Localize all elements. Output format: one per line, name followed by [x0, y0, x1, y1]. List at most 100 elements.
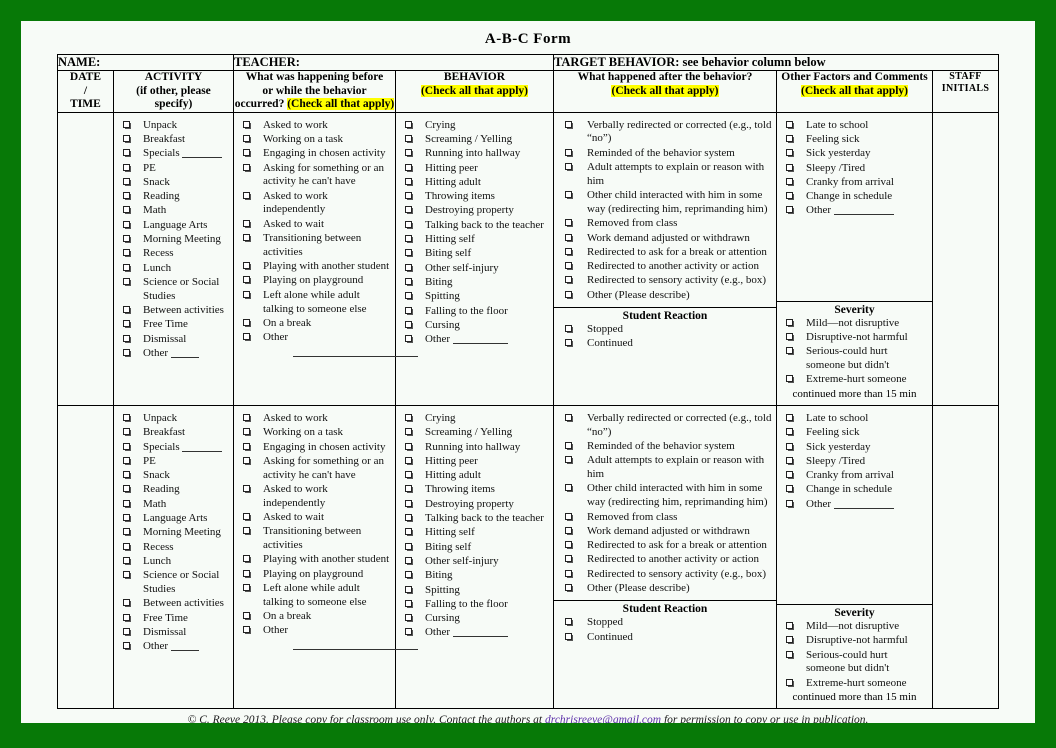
- list-item[interactable]: Recess: [117, 541, 230, 555]
- checkbox-icon[interactable]: [242, 513, 250, 521]
- checkbox-icon[interactable]: [242, 626, 250, 634]
- cell-staff-initials[interactable]: [931, 404, 1000, 710]
- list-item[interactable]: Reading: [117, 483, 230, 497]
- checkbox-icon[interactable]: [565, 120, 572, 128]
- list-item[interactable]: Reminded of the behavior system: [557, 440, 773, 454]
- checkbox-icon[interactable]: [122, 571, 130, 579]
- list-item[interactable]: Free Time: [117, 318, 230, 332]
- list-item[interactable]: On a break: [237, 317, 392, 331]
- list-item[interactable]: Asked to wait: [237, 511, 392, 525]
- name-field[interactable]: NAME:: [56, 54, 234, 71]
- list-item[interactable]: Feeling sick: [780, 426, 929, 440]
- list-item[interactable]: Between activities: [117, 597, 230, 611]
- list-item[interactable]: Working on a task: [237, 426, 392, 440]
- list-item[interactable]: Hitting adult: [399, 176, 550, 190]
- checkbox-icon[interactable]: [242, 442, 250, 450]
- list-item[interactable]: Other self-injury: [399, 262, 550, 276]
- checkbox-icon[interactable]: [565, 276, 572, 284]
- checkbox-icon[interactable]: [786, 485, 793, 493]
- list-item[interactable]: Asked to work: [237, 412, 392, 426]
- list-item[interactable]: Redirected to sensory activity (e.g., bo…: [557, 568, 773, 582]
- list-item[interactable]: Unpack: [117, 119, 230, 133]
- checkbox-icon[interactable]: [404, 413, 412, 421]
- list-item[interactable]: Science or Social Studies: [117, 569, 230, 597]
- email-link[interactable]: drchrisreeve@gmail.com: [545, 714, 661, 723]
- list-item[interactable]: PE: [117, 162, 230, 176]
- checkbox-icon[interactable]: [565, 247, 572, 255]
- checkbox-icon[interactable]: [122, 149, 130, 157]
- checkbox-icon[interactable]: [122, 542, 130, 550]
- checkbox-icon[interactable]: [122, 442, 130, 450]
- checkbox-icon[interactable]: [404, 471, 412, 479]
- checkbox-icon[interactable]: [565, 512, 572, 520]
- checkbox-icon[interactable]: [565, 541, 572, 549]
- checkbox-icon[interactable]: [242, 134, 250, 142]
- checkbox-icon[interactable]: [122, 642, 130, 650]
- list-item[interactable]: Biting self: [399, 247, 550, 261]
- checkbox-icon[interactable]: [122, 334, 130, 342]
- list-item[interactable]: Destroying property: [399, 204, 550, 218]
- list-item[interactable]: Adult attempts to explain or reason with…: [557, 454, 773, 482]
- checkbox-icon[interactable]: [404, 149, 412, 157]
- checkbox-icon[interactable]: [122, 348, 130, 356]
- checkbox-icon[interactable]: [122, 499, 130, 507]
- list-item[interactable]: Other child interacted with him in some …: [557, 482, 773, 510]
- list-item[interactable]: Other self-injury: [399, 555, 550, 569]
- checkbox-icon[interactable]: [242, 413, 250, 421]
- list-item[interactable]: Dismissal: [117, 626, 230, 640]
- list-item[interactable]: Talking back to the teacher: [399, 512, 550, 526]
- checkbox-icon[interactable]: [786, 456, 793, 464]
- checkbox-icon[interactable]: [404, 585, 412, 593]
- checkbox-icon[interactable]: [404, 335, 412, 343]
- list-item[interactable]: Serious-could hurt someone but didn't: [780, 649, 929, 677]
- checkbox-icon[interactable]: [242, 262, 250, 270]
- list-item[interactable]: On a break: [237, 610, 392, 624]
- write-in-line[interactable]: [182, 149, 223, 159]
- list-item[interactable]: Adult attempts to explain or reason with…: [557, 161, 773, 189]
- list-item[interactable]: Work demand adjusted or withdrawn: [557, 232, 773, 246]
- list-item[interactable]: Continued: [557, 631, 773, 645]
- checkbox-icon[interactable]: [565, 413, 572, 421]
- checkbox-icon[interactable]: [242, 484, 250, 492]
- checkbox-icon[interactable]: [242, 120, 250, 128]
- list-item[interactable]: Continued: [557, 337, 773, 351]
- list-item[interactable]: Asked to wait: [237, 218, 392, 232]
- checkbox-icon[interactable]: [122, 471, 130, 479]
- cell-date-time[interactable]: [56, 111, 114, 406]
- checkbox-icon[interactable]: [786, 636, 793, 644]
- checkbox-icon[interactable]: [565, 163, 572, 171]
- list-item[interactable]: Other: [399, 333, 550, 347]
- checkbox-icon[interactable]: [122, 413, 130, 421]
- list-item[interactable]: Hitting peer: [399, 455, 550, 469]
- list-item[interactable]: Late to school: [780, 412, 929, 426]
- list-item[interactable]: Lunch: [117, 555, 230, 569]
- checkbox-icon[interactable]: [122, 627, 130, 635]
- list-item[interactable]: Cranky from arrival: [780, 176, 929, 190]
- checkbox-icon[interactable]: [122, 514, 130, 522]
- list-item[interactable]: Crying: [399, 119, 550, 133]
- list-item[interactable]: Spitting: [399, 584, 550, 598]
- checkbox-icon[interactable]: [565, 442, 572, 450]
- checkbox-icon[interactable]: [122, 163, 130, 171]
- list-item[interactable]: Recess: [117, 247, 230, 261]
- checkbox-icon[interactable]: [404, 177, 412, 185]
- checkbox-icon[interactable]: [404, 571, 412, 579]
- checkbox-icon[interactable]: [122, 485, 130, 493]
- list-item[interactable]: Removed from class: [557, 511, 773, 525]
- checkbox-icon[interactable]: [122, 263, 130, 271]
- checkbox-icon[interactable]: [404, 599, 412, 607]
- checkbox-icon[interactable]: [786, 192, 793, 200]
- list-item[interactable]: Sleepy /Tired: [780, 162, 929, 176]
- cell-staff-initials[interactable]: [931, 111, 1000, 406]
- checkbox-icon[interactable]: [565, 148, 572, 156]
- list-item[interactable]: Feeling sick: [780, 133, 929, 147]
- checkbox-icon[interactable]: [122, 613, 130, 621]
- checkbox-icon[interactable]: [404, 249, 412, 257]
- list-item[interactable]: Throwing items: [399, 190, 550, 204]
- list-item[interactable]: Working on a task: [237, 133, 392, 147]
- list-item[interactable]: Hitting self: [399, 526, 550, 540]
- list-item[interactable]: Dismissal: [117, 333, 230, 347]
- checkbox-icon[interactable]: [242, 456, 250, 464]
- checkbox-icon[interactable]: [404, 556, 412, 564]
- write-in-line[interactable]: [292, 355, 418, 357]
